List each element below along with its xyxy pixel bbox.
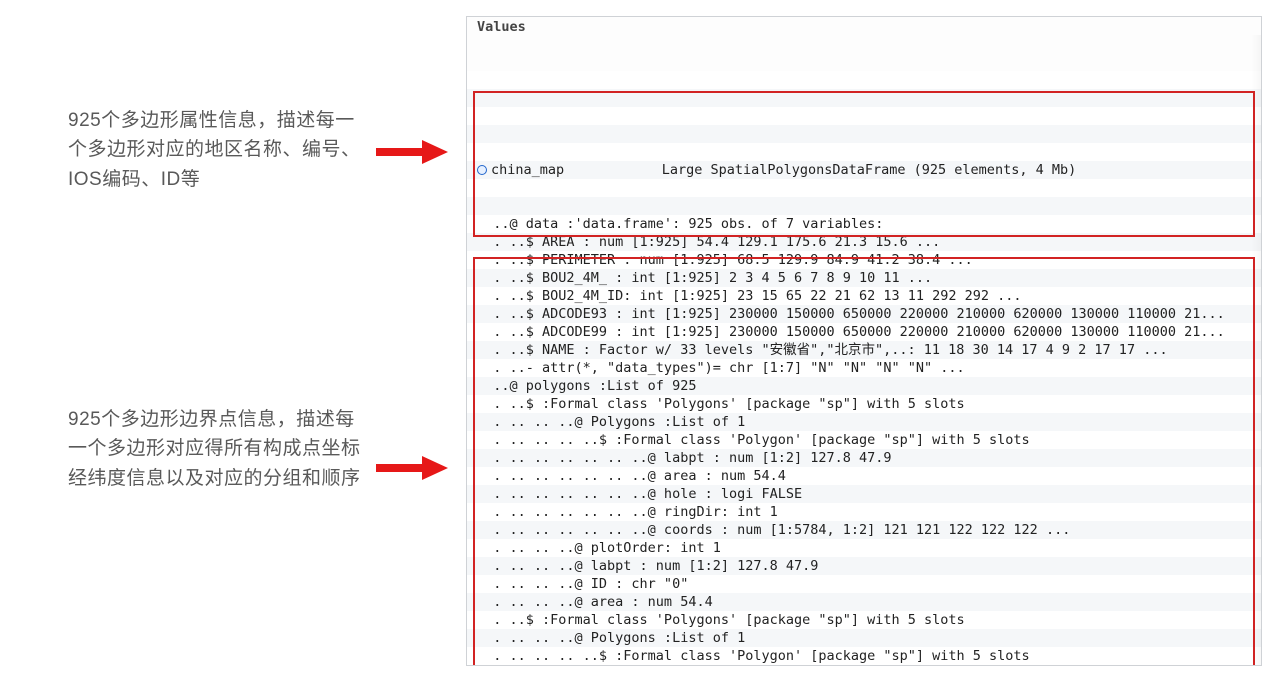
code-line: . .. .. .. ..$ :Formal class 'Polygon' [… <box>477 647 1261 665</box>
env-object-class: Large SpatialPolygonsDataFrame (925 elem… <box>662 162 1077 178</box>
env-object-name: china_map <box>491 162 564 178</box>
code-line: . ..$ :Formal class 'Polygons' [package … <box>477 611 1261 629</box>
code-line: . ..$ ADCODE99 : int [1:925] 230000 1500… <box>477 323 1261 341</box>
code-line: . .. .. .. .. .. ..@ labpt : num [1:2] 1… <box>477 449 1261 467</box>
arrow-icon <box>376 456 448 480</box>
code-line: . ..- attr(*, "data_types")= chr [1:7] "… <box>477 359 1261 377</box>
code-output: china_map Large SpatialPolygonsDataFrame… <box>467 107 1261 666</box>
code-line: . .. .. .. .. .. ..@ ringDir: int 1 <box>477 503 1261 521</box>
env-object-spacer <box>564 162 662 178</box>
code-line: . .. .. .. .. .. ..@ labpt : num [1:2] 1… <box>477 665 1261 666</box>
code-line: . .. .. .. ..$ :Formal class 'Polygon' [… <box>477 431 1261 449</box>
scrollbar[interactable] <box>1251 35 1261 666</box>
code-line: . .. .. ..@ labpt : num [1:2] 127.8 47.9 <box>477 557 1261 575</box>
code-line: . ..$ ADCODE93 : int [1:925] 230000 1500… <box>477 305 1261 323</box>
r-environment-panel: Values china_map Large SpatialPolygonsDa… <box>466 16 1262 666</box>
code-line: . .. .. ..@ Polygons :List of 1 <box>477 413 1261 431</box>
code-line: . ..$ :Formal class 'Polygons' [package … <box>477 395 1261 413</box>
code-line: . ..$ BOU2_4M_ : int [1:925] 2 3 4 5 6 7… <box>477 269 1261 287</box>
arrow-icon <box>376 140 448 164</box>
code-line: . .. .. ..@ ID : chr "0" <box>477 575 1261 593</box>
code-line: . ..$ AREA : num [1:925] 54.4 129.1 175.… <box>477 233 1261 251</box>
annotation-polygon-info: 925个多边形边界点信息，描述每一个多边形对应得所有构成点坐标经纬度信息以及对应… <box>68 405 368 493</box>
code-line: . .. .. ..@ Polygons :List of 1 <box>477 629 1261 647</box>
code-line: . .. .. .. .. .. ..@ area : num 54.4 <box>477 467 1261 485</box>
code-line: . .. .. ..@ plotOrder: int 1 <box>477 539 1261 557</box>
code-line: . ..$ BOU2_4M_ID: int [1:925] 23 15 65 2… <box>477 287 1261 305</box>
panel-header-values: Values <box>467 17 1261 35</box>
code-line: . .. .. ..@ area : num 54.4 <box>477 593 1261 611</box>
code-line: . ..$ PERIMETER : num [1:925] 68.5 129.9… <box>477 251 1261 269</box>
annotation-attribute-info: 925个多边形属性信息，描述每一个多边形对应的地区名称、编号、IOS编码、ID等 <box>68 106 368 194</box>
code-line: . .. .. .. .. .. ..@ hole : logi FALSE <box>477 485 1261 503</box>
code-line: ..@ data :'data.frame': 925 obs. of 7 va… <box>477 215 1261 233</box>
code-line: ..@ polygons :List of 925 <box>477 377 1261 395</box>
code-line: . ..$ NAME : Factor w/ 33 levels "安徽省","… <box>477 341 1261 359</box>
expand-toggle-icon[interactable] <box>477 165 487 175</box>
env-object-row[interactable]: china_map Large SpatialPolygonsDataFrame… <box>477 161 1261 179</box>
code-line: . .. .. .. .. .. ..@ coords : num [1:578… <box>477 521 1261 539</box>
